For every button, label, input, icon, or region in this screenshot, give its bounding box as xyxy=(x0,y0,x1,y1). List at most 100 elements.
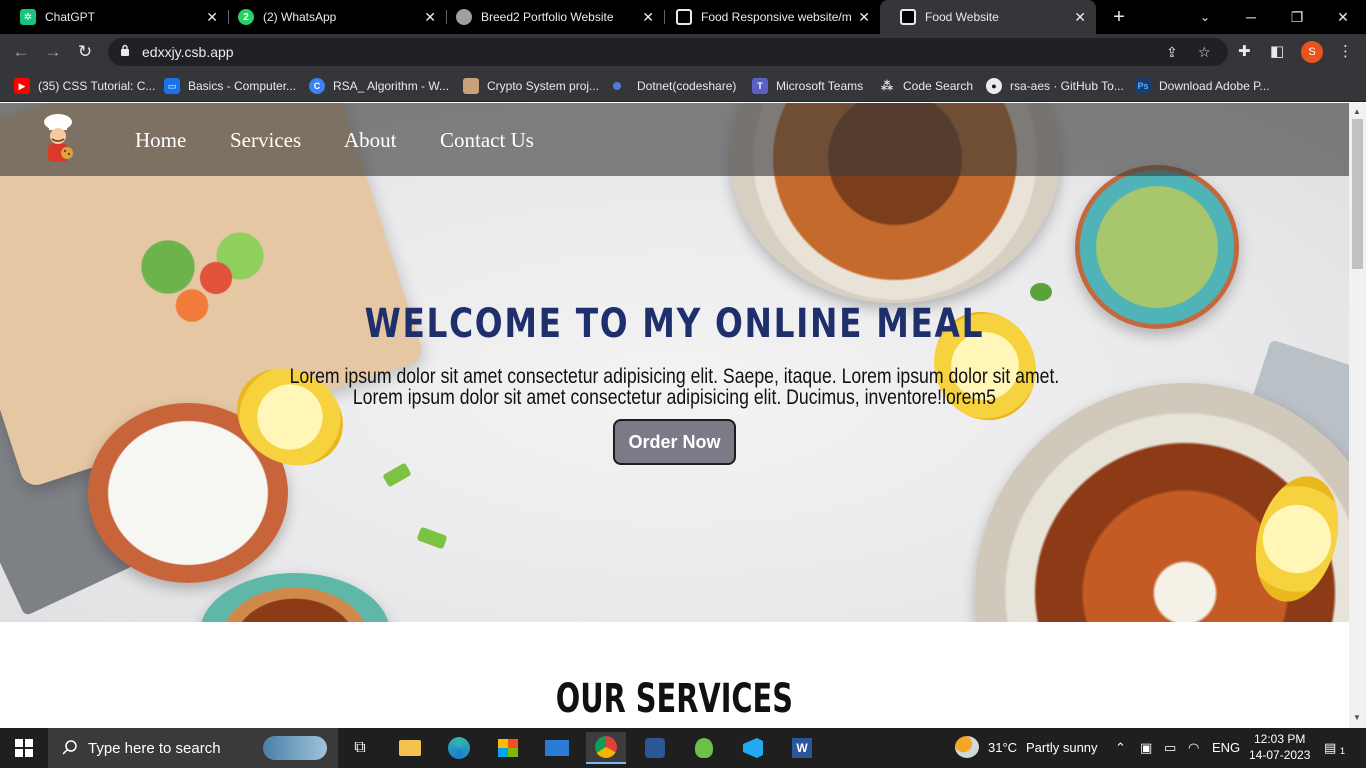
youtube-icon: ▶ xyxy=(14,78,30,94)
wifi-icon[interactable]: ◠ xyxy=(1188,740,1199,756)
meet-now-icon[interactable]: ▣ xyxy=(1140,740,1152,756)
weather-temperature[interactable]: 31°C xyxy=(988,740,1017,755)
chef-logo-icon xyxy=(44,114,73,162)
restore-button[interactable]: ❐ xyxy=(1274,0,1320,34)
bookmark-label: Dotnet(codeshare) xyxy=(637,79,737,93)
bookmark-dotnet[interactable]: Dotnet(codeshare) xyxy=(613,76,736,96)
windows-taskbar: Type here to search ⧉ W 31°C Partly sunn… xyxy=(0,728,1366,768)
bookmark-label: rsa-aes · GitHub To... xyxy=(1010,79,1124,93)
profile-avatar[interactable]: S xyxy=(1301,41,1323,63)
bookmark-code-search[interactable]: ⁂ Code Search xyxy=(879,76,973,96)
task-view-icon[interactable]: ⧉ xyxy=(340,732,380,764)
menu-icon[interactable]: ⋮ xyxy=(1338,42,1353,60)
windows-logo-icon xyxy=(15,739,33,757)
new-tab-button[interactable]: + xyxy=(1096,0,1142,34)
whatsapp-icon: 2 xyxy=(238,9,254,25)
bookmark-crypto-system[interactable]: Crypto System proj... xyxy=(463,76,599,96)
order-now-button[interactable]: Order Now xyxy=(613,419,736,465)
notification-count: 1 xyxy=(1340,746,1346,756)
dot-icon xyxy=(613,82,621,90)
tab-food-website[interactable]: Food Website ✕ xyxy=(880,0,1096,34)
language-indicator[interactable]: ENG xyxy=(1212,740,1240,755)
show-hidden-icons[interactable]: ⌃ xyxy=(1115,740,1126,756)
weather-condition[interactable]: Partly sunny xyxy=(1026,740,1098,755)
edge-icon[interactable] xyxy=(439,732,479,764)
nav-link-about[interactable]: About xyxy=(344,128,397,153)
services-section-title: OUR SERVICES xyxy=(555,676,793,722)
vscode-icon[interactable] xyxy=(733,732,773,764)
bookmark-download-adobe[interactable]: Ps Download Adobe P... xyxy=(1135,76,1270,96)
page-scrollbar[interactable]: ▲ ▼ xyxy=(1349,103,1366,728)
bookmark-css-tutorial[interactable]: ▶ (35) CSS Tutorial: C... xyxy=(14,76,155,96)
search-icon xyxy=(62,740,77,755)
file-explorer-icon[interactable] xyxy=(390,732,430,764)
reload-button[interactable]: ↻ xyxy=(72,39,98,65)
tab-whatsapp[interactable]: 2 (2) WhatsApp ✕ xyxy=(218,0,446,34)
codesandbox-icon xyxy=(900,9,916,25)
media-player-icon[interactable] xyxy=(635,732,675,764)
side-panel-icon[interactable]: ◧ xyxy=(1270,42,1284,60)
tab-title: Food Responsive website/ma xyxy=(701,10,851,24)
taskbar-search-box[interactable]: Type here to search xyxy=(48,728,338,768)
clock-date[interactable]: 14-07-2023 xyxy=(1249,748,1310,762)
search-placeholder: Type here to search xyxy=(88,739,221,757)
battery-icon[interactable]: ▭ xyxy=(1164,740,1176,756)
salad-bowl-image xyxy=(200,573,390,622)
tab-chatgpt[interactable]: ✲ ChatGPT ✕ xyxy=(0,0,228,34)
nav-link-contact-us[interactable]: Contact Us xyxy=(440,128,534,153)
herb-leaf xyxy=(1030,283,1052,301)
tab-breed2-portfolio[interactable]: Breed2 Portfolio Website ✕ xyxy=(436,0,664,34)
tab-food-responsive[interactable]: Food Responsive website/ma ✕ xyxy=(656,0,880,34)
bookmark-rsa-aes-github[interactable]: ● rsa-aes · GitHub To... xyxy=(986,76,1124,96)
whale-shark-icon xyxy=(263,736,327,760)
weather-icon[interactable] xyxy=(955,736,979,758)
close-icon[interactable]: ✕ xyxy=(858,9,870,26)
start-button[interactable] xyxy=(0,728,48,768)
minimize-button[interactable]: ─ xyxy=(1228,0,1274,34)
browser-tab-strip: ✲ ChatGPT ✕ 2 (2) WhatsApp ✕ Breed2 Port… xyxy=(0,0,1366,34)
address-bar[interactable]: edxxjy.csb.app ⇪ ☆ xyxy=(108,38,1228,66)
scroll-down-icon[interactable]: ▼ xyxy=(1353,713,1361,722)
c-icon: C xyxy=(309,78,325,94)
microsoft-store-icon[interactable] xyxy=(488,732,528,764)
bookmark-label: RSA_ Algorithm - W... xyxy=(333,79,450,93)
greenshot-icon[interactable] xyxy=(684,732,724,764)
bookmark-microsoft-teams[interactable]: T Microsoft Teams xyxy=(752,76,863,96)
extensions-icon[interactable]: ✚ xyxy=(1238,42,1251,60)
tab-title: Food Website xyxy=(925,10,999,24)
teams-icon: T xyxy=(752,78,768,94)
notification-icon[interactable]: ▤ xyxy=(1324,740,1336,756)
site-navbar: Home Services About Contact Us xyxy=(0,103,1349,176)
close-window-button[interactable]: ✕ xyxy=(1320,0,1366,34)
close-icon[interactable]: ✕ xyxy=(642,9,654,26)
close-icon[interactable]: ✕ xyxy=(424,9,436,26)
close-icon[interactable]: ✕ xyxy=(1074,9,1086,26)
image-icon xyxy=(463,78,479,94)
forward-button[interactable]: → xyxy=(40,39,66,65)
bookmarks-bar: ▶ (35) CSS Tutorial: C... ▭ Basics - Com… xyxy=(0,70,1366,102)
chrome-icon[interactable] xyxy=(586,732,626,764)
mail-icon[interactable] xyxy=(537,732,577,764)
bookmark-icon: ▭ xyxy=(164,78,180,94)
bookmark-rsa-algorithm[interactable]: C RSA_ Algorithm - W... xyxy=(309,76,449,96)
nav-link-home[interactable]: Home xyxy=(135,128,186,153)
globe-icon xyxy=(456,9,472,25)
hero-section: Home Services About Contact Us WELCOME T… xyxy=(0,103,1349,622)
nav-link-services[interactable]: Services xyxy=(230,128,301,153)
star-icon[interactable]: ☆ xyxy=(1198,44,1211,61)
scroll-up-icon[interactable]: ▲ xyxy=(1353,107,1361,116)
code-search-icon: ⁂ xyxy=(880,79,894,93)
clock-time[interactable]: 12:03 PM xyxy=(1254,732,1305,746)
adobe-icon: Ps xyxy=(1135,78,1151,94)
tab-search-icon[interactable]: ⌄ xyxy=(1182,0,1228,34)
scrollbar-thumb[interactable] xyxy=(1352,119,1363,269)
bookmark-basics-computer[interactable]: ▭ Basics - Computer... xyxy=(164,76,296,96)
share-icon[interactable]: ⇪ xyxy=(1166,44,1178,61)
github-icon: ● xyxy=(986,78,1002,94)
bookmark-label: Download Adobe P... xyxy=(1159,79,1270,93)
hero-title: WELCOME TO MY ONLINE MEAL xyxy=(364,301,985,347)
back-button[interactable]: ← xyxy=(8,39,34,65)
word-icon[interactable]: W xyxy=(782,732,822,764)
close-icon[interactable]: ✕ xyxy=(206,9,218,26)
url-text[interactable]: edxxjy.csb.app xyxy=(142,44,234,60)
